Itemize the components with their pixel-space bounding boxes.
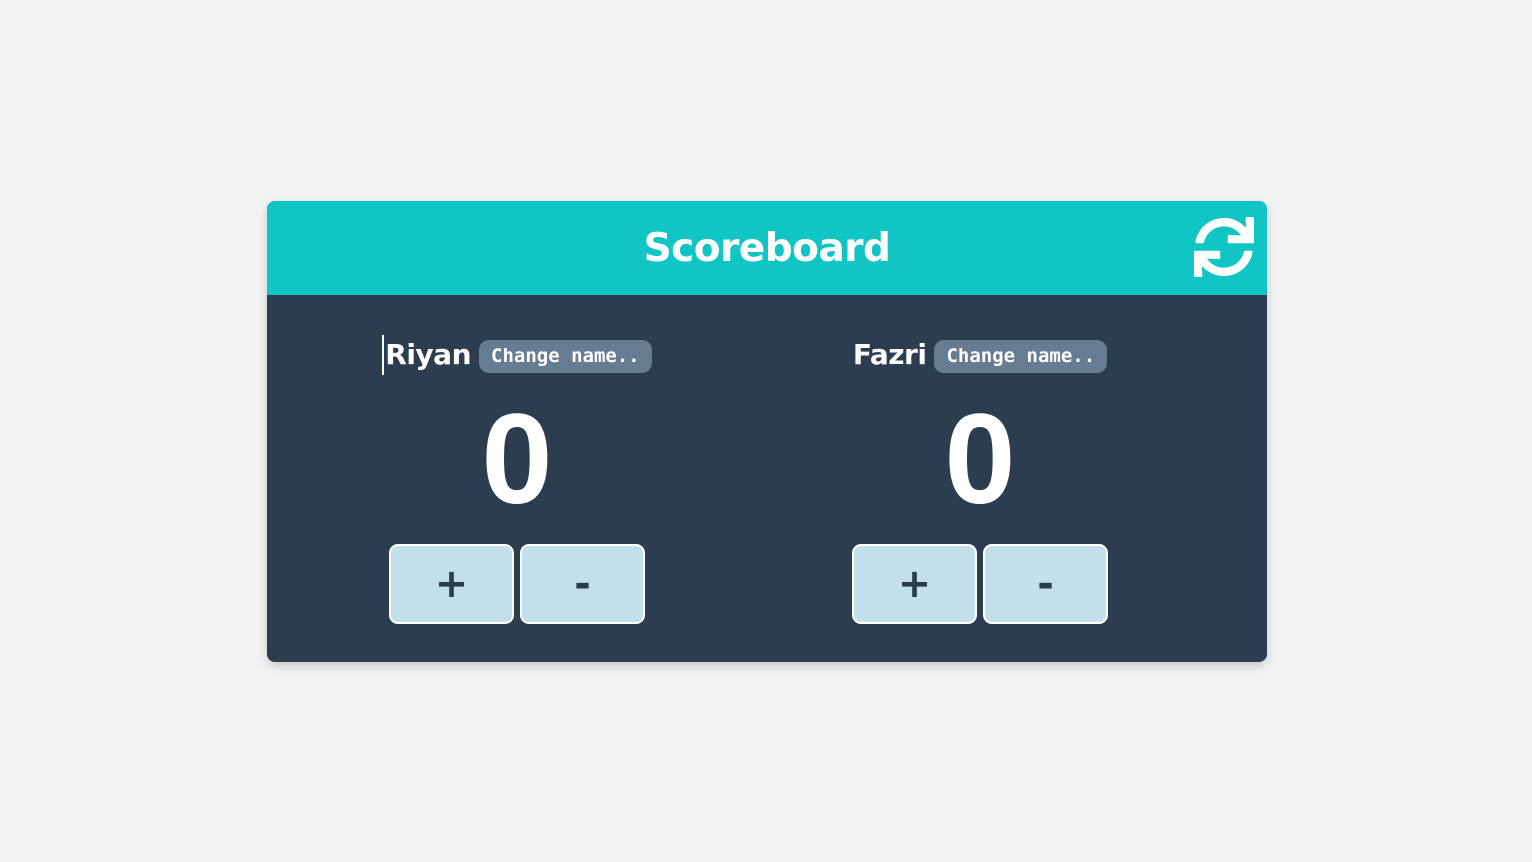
scoreboard-header: Scoreboard [267, 201, 1267, 295]
change-name-button[interactable]: Change name.. [934, 339, 1108, 373]
player-panel-1: Riyan Change name.. 0 + - [267, 295, 767, 662]
player-panel-2: Fazri Change name.. 0 + - [730, 295, 1230, 662]
scoreboard-card: Scoreboard Riyan Change name.. 0 + - Faz… [267, 201, 1267, 662]
player-score: 0 [481, 388, 553, 531]
player-name[interactable]: Fazri [853, 335, 927, 375]
refresh-icon [1194, 217, 1254, 277]
player-name-row: Riyan Change name.. [267, 335, 767, 375]
change-name-button[interactable]: Change name.. [479, 339, 652, 373]
increment-button[interactable]: + [389, 544, 514, 624]
score-buttons: + - [730, 544, 1230, 624]
decrement-button[interactable]: - [520, 544, 645, 624]
page-title: Scoreboard [643, 226, 891, 271]
reset-button[interactable] [1194, 217, 1254, 277]
player-name-row: Fazri Change name.. [730, 335, 1230, 375]
increment-button[interactable]: + [852, 544, 977, 624]
player-score: 0 [944, 388, 1016, 531]
score-buttons: + - [267, 544, 767, 624]
decrement-button[interactable]: - [983, 544, 1108, 624]
player-name[interactable]: Riyan [382, 335, 472, 375]
